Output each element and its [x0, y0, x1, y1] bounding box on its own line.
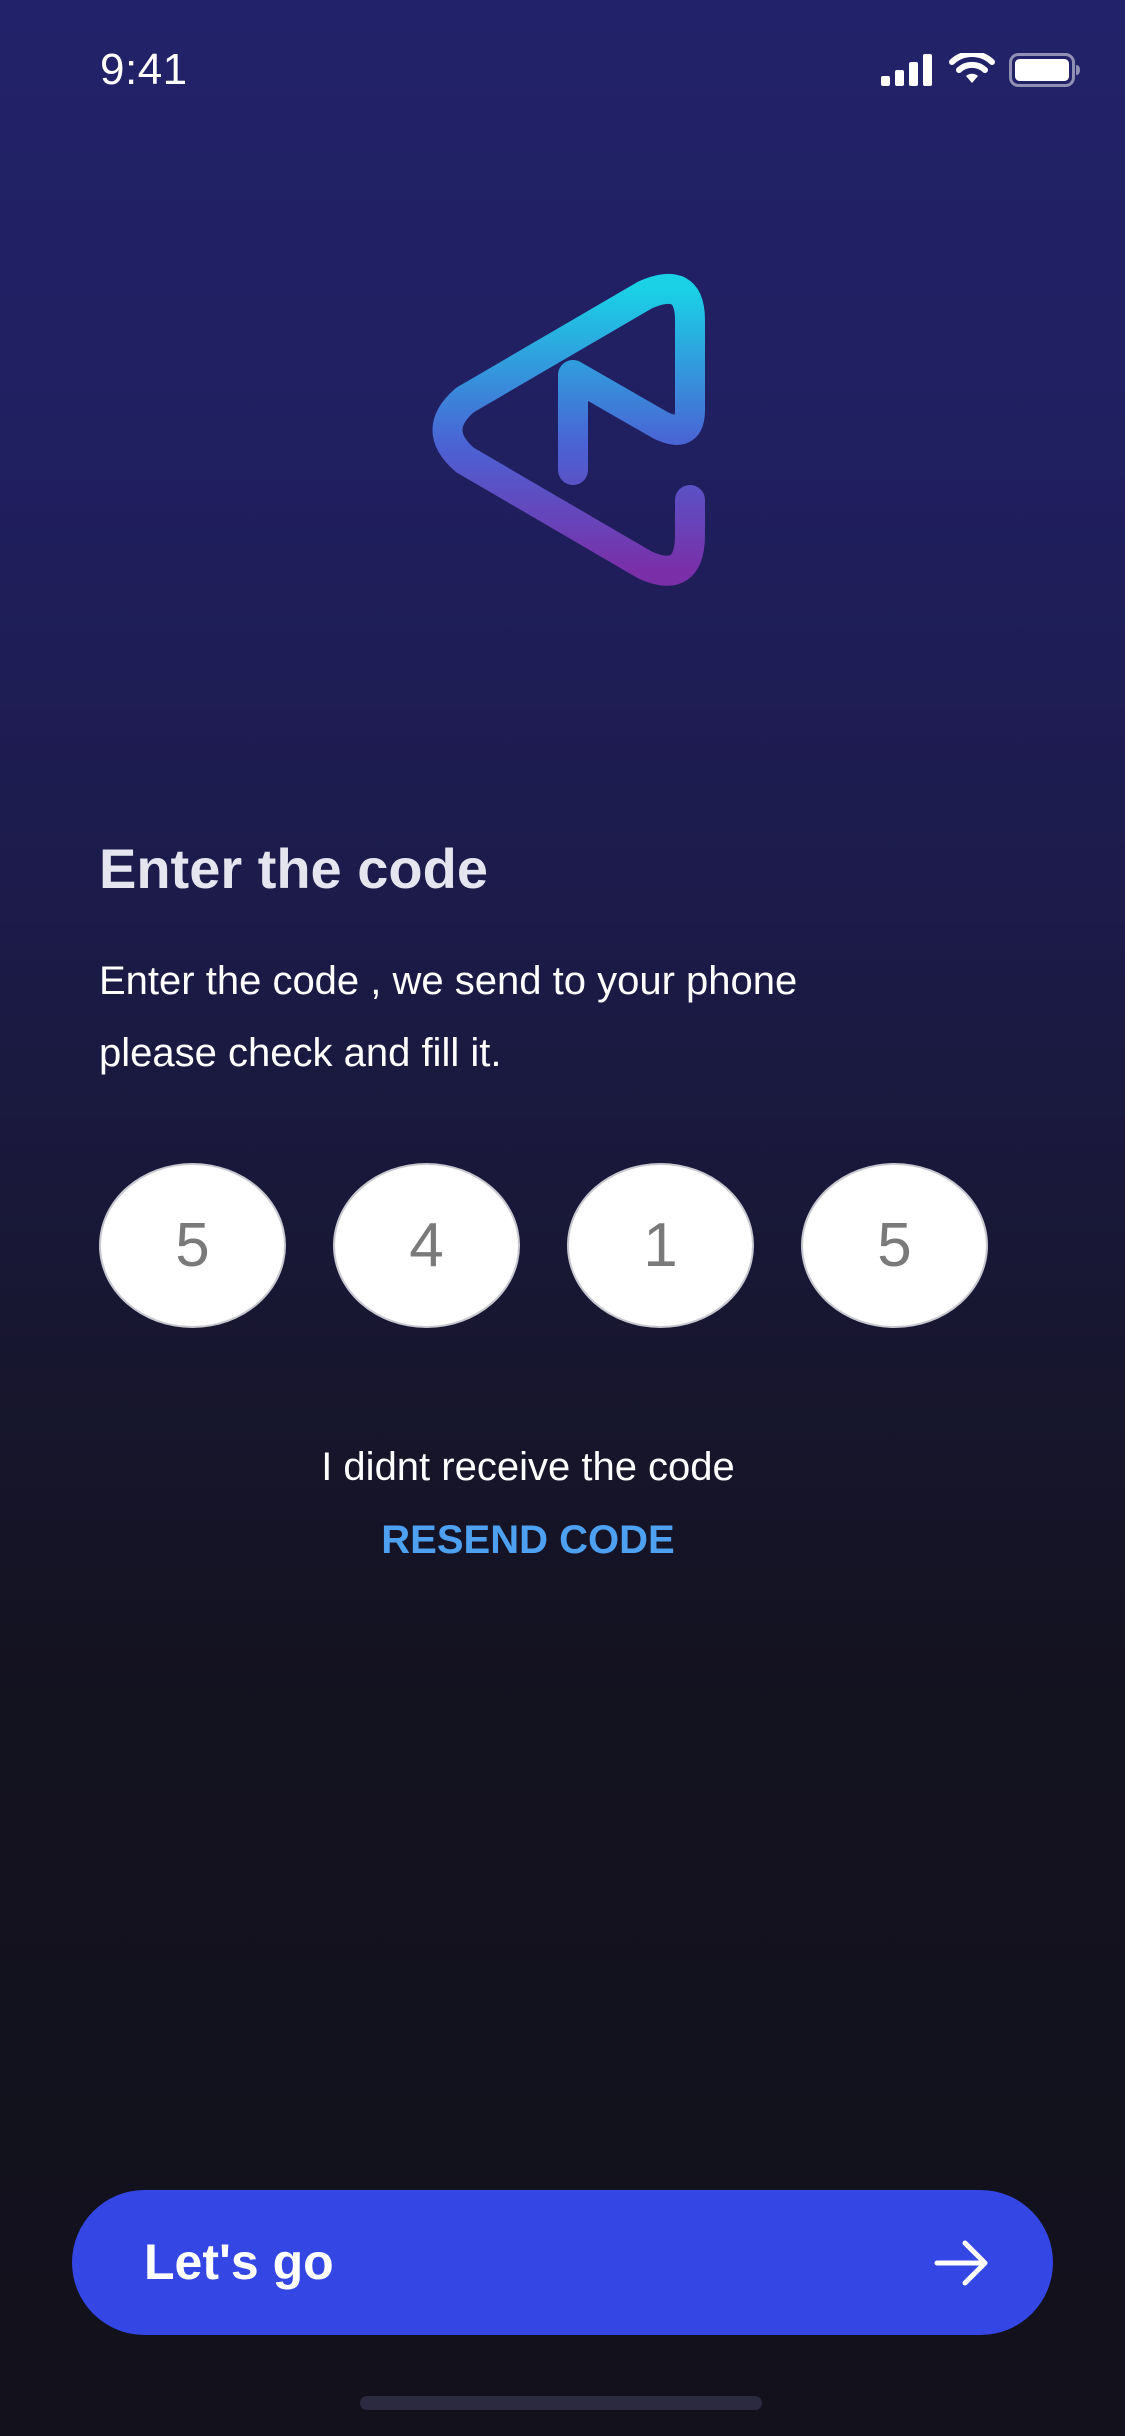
home-indicator[interactable]: [360, 2396, 762, 2410]
instructions-line-1: Enter the code , we send to your phone: [99, 959, 798, 1003]
code-digit-2[interactable]: 4: [333, 1163, 520, 1328]
status-icons: [881, 48, 1081, 92]
play-logo-icon: [432, 273, 705, 586]
lets-go-button[interactable]: Let's go: [72, 2190, 1053, 2335]
verification-screen: 9:41 Enter the code Enter the code , we …: [0, 0, 1125, 2436]
instructions-text: Enter the code , we send to your phone p…: [99, 945, 999, 1089]
status-bar: 9:41: [0, 0, 1125, 140]
cellular-signal-icon: [881, 54, 932, 86]
code-input-group: 5 4 1 5: [99, 1163, 999, 1330]
lets-go-label: Let's go: [144, 2234, 334, 2290]
no-code-prompt: I didnt receive the code: [321, 1445, 735, 1489]
code-digit-4[interactable]: 5: [801, 1163, 988, 1328]
arrow-right-icon: [934, 2240, 988, 2286]
battery-icon: [1009, 53, 1080, 87]
page-title: Enter the code: [99, 837, 488, 900]
code-digit-1[interactable]: 5: [99, 1163, 286, 1328]
code-digit-3[interactable]: 1: [567, 1163, 754, 1328]
wifi-icon: [949, 53, 995, 83]
resend-code-link[interactable]: RESEND CODE: [0, 1518, 1056, 1563]
instructions-line-2: please check and fill it.: [99, 1031, 502, 1075]
status-time: 9:41: [100, 45, 188, 94]
